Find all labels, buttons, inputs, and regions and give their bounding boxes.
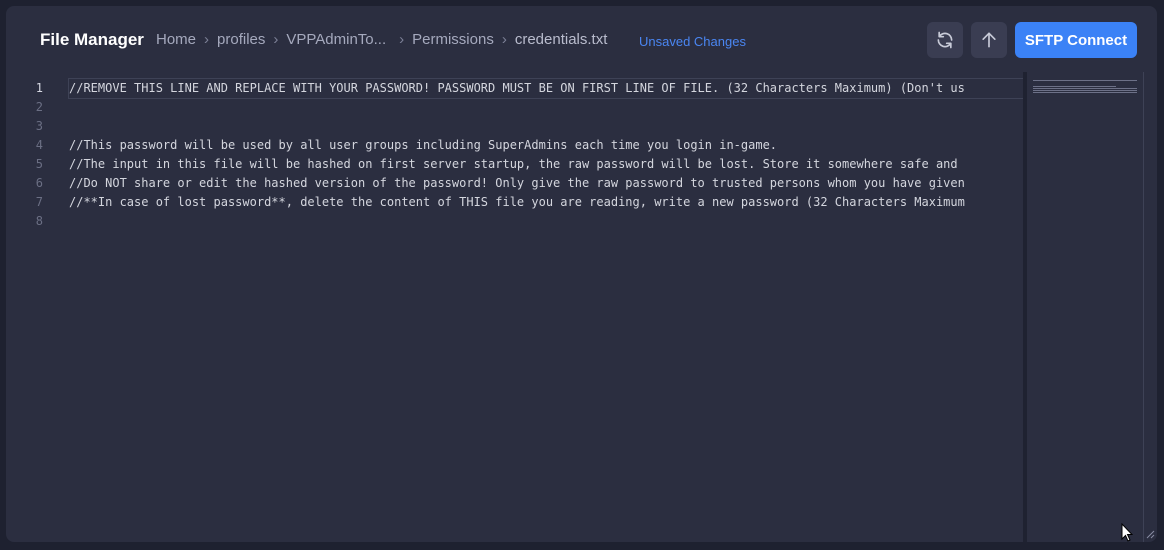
editor-line[interactable]: 4 //This password will be used by all use… xyxy=(6,136,1023,155)
line-number: 8 xyxy=(35,214,43,228)
breadcrumb: Home › profiles › VPPAdminTo... › Permis… xyxy=(156,31,607,48)
editor-scrollbar[interactable] xyxy=(1143,72,1144,542)
file-manager-header: File Manager Home › profiles › VPPAdminT… xyxy=(6,6,1157,72)
line-content[interactable]: //Do NOT share or edit the hashed versio… xyxy=(69,174,1023,193)
line-content[interactable]: //**In case of lost password**, delete t… xyxy=(69,193,1023,212)
page-title: File Manager xyxy=(40,30,144,49)
file-manager-panel: File Manager Home › profiles › VPPAdminT… xyxy=(6,6,1157,542)
chevron-right-icon: › xyxy=(501,31,507,48)
mouse-cursor-icon xyxy=(1121,523,1133,542)
line-number: 7 xyxy=(35,195,43,209)
editor-line[interactable]: 6 //Do NOT share or edit the hashed versi… xyxy=(6,174,1023,193)
breadcrumb-current-file: credentials.txt xyxy=(514,31,608,48)
sftp-connect-button[interactable]: SFTP Connect xyxy=(1015,22,1137,58)
line-content[interactable]: //The input in this file will be hashed … xyxy=(69,155,1023,174)
refresh-button[interactable] xyxy=(927,22,963,58)
chevron-right-icon: › xyxy=(399,31,405,48)
upload-button[interactable] xyxy=(971,22,1007,58)
line-content[interactable]: //This password will be used by all user… xyxy=(69,136,1023,155)
unsaved-changes-indicator: Unsaved Changes xyxy=(639,34,746,49)
minimap-line xyxy=(1033,92,1137,93)
editor-line[interactable]: 1 //REMOVE THIS LINE AND REPLACE WITH YOU… xyxy=(6,78,1023,99)
resize-handle-icon[interactable] xyxy=(1146,530,1155,539)
refresh-icon xyxy=(937,31,953,49)
chevron-right-icon: › xyxy=(204,31,210,48)
breadcrumb-permissions[interactable]: Permissions xyxy=(412,31,494,48)
line-number: 5 xyxy=(35,157,43,171)
code-editor[interactable]: 1 //REMOVE THIS LINE AND REPLACE WITH YOU… xyxy=(6,72,1023,542)
arrow-up-icon xyxy=(982,32,996,48)
minimap-line xyxy=(1033,88,1137,89)
line-number: 2 xyxy=(35,100,43,114)
line-number: 1 xyxy=(35,81,43,95)
editor-line[interactable]: 3 xyxy=(6,117,1023,136)
editor-line[interactable]: 7 //**In case of lost password**, delete … xyxy=(6,193,1023,212)
editor-line[interactable]: 2 xyxy=(6,98,1023,117)
minimap-line xyxy=(1033,86,1116,87)
minimap-line xyxy=(1033,90,1137,91)
minimap-line xyxy=(1033,80,1137,81)
line-content[interactable]: //REMOVE THIS LINE AND REPLACE WITH YOUR… xyxy=(68,78,1023,99)
breadcrumb-home[interactable]: Home xyxy=(156,31,196,48)
breadcrumb-profiles[interactable]: profiles xyxy=(217,31,265,48)
line-number: 4 xyxy=(35,138,43,152)
line-number: 3 xyxy=(35,119,43,133)
editor-minimap[interactable] xyxy=(1023,72,1143,542)
line-number: 6 xyxy=(35,176,43,190)
editor-line[interactable]: 5 //The input in this file will be hashed… xyxy=(6,155,1023,174)
editor-line[interactable]: 8 xyxy=(6,212,1023,231)
breadcrumb-vppadmintools[interactable]: VPPAdminTo... xyxy=(286,31,386,48)
chevron-right-icon: › xyxy=(273,31,279,48)
